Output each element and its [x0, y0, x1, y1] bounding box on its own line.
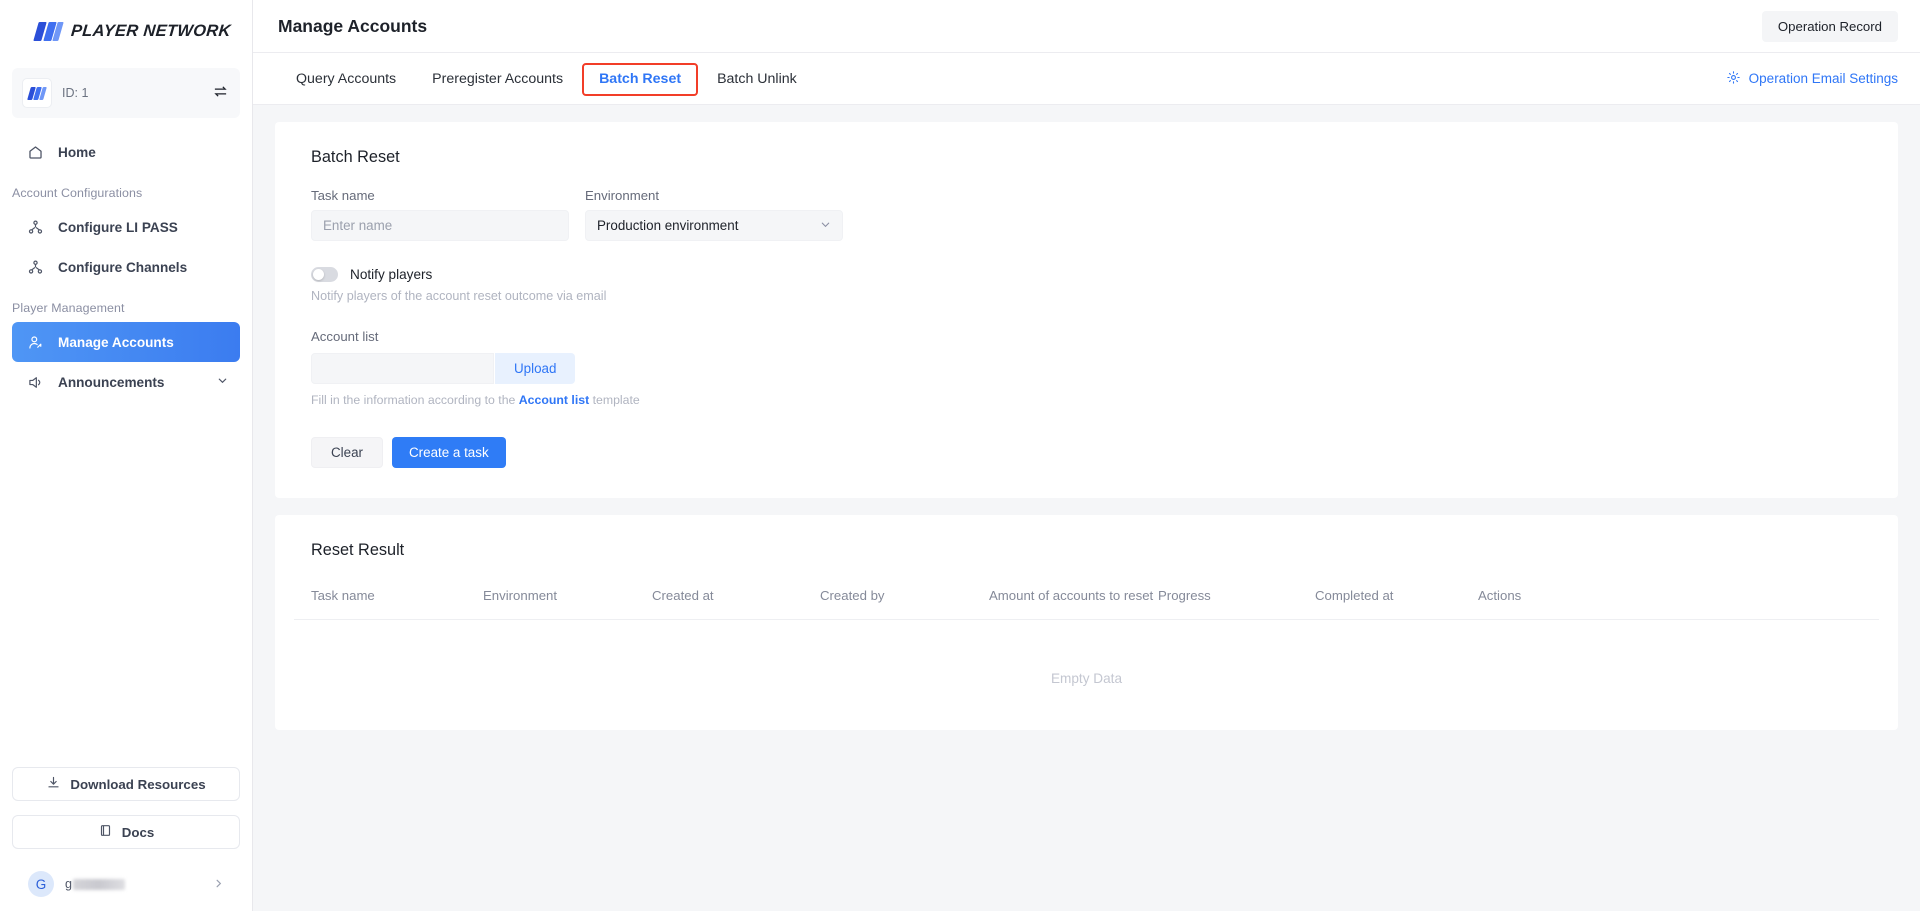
account-list-upload-row: Upload: [311, 353, 1862, 384]
user-name-visible: g: [65, 877, 73, 891]
account-list-block: Account list Upload Fill in the informat…: [311, 328, 1862, 407]
environment-label: Environment: [585, 188, 660, 203]
docs-button[interactable]: Docs: [12, 815, 240, 849]
sidebar-item-announcements[interactable]: Announcements: [12, 362, 240, 402]
table-header-row: Task name Environment Created at Created…: [294, 586, 1879, 620]
column-header-task-name: Task name: [311, 588, 375, 603]
batch-reset-card-title: Batch Reset: [311, 148, 400, 166]
node-tree-icon: [26, 258, 44, 276]
gear-icon: [1726, 70, 1741, 88]
tabbar: Query Accounts Preregister Accounts Batc…: [253, 53, 1920, 105]
player-network-logo-icon: [26, 86, 47, 100]
task-name-input[interactable]: [311, 210, 569, 241]
docs-label: Docs: [121, 824, 155, 840]
sidebar-item-configure-li-pass[interactable]: Configure LI PASS: [12, 207, 240, 247]
tab-query-accounts[interactable]: Query Accounts: [278, 53, 414, 105]
column-header-amount-of-accounts-to-reset: Amount of accounts to reset: [989, 588, 1154, 603]
app-root: PLAYER NETWORK ID: 1 Home Account Config…: [0, 0, 1920, 911]
sidebar: PLAYER NETWORK ID: 1 Home Account Config…: [0, 0, 253, 911]
swap-horizontal-icon[interactable]: [213, 84, 230, 103]
tab-batch-reset[interactable]: Batch Reset: [581, 53, 699, 105]
chevron-right-icon[interactable]: [213, 877, 234, 892]
megaphone-icon: [26, 373, 44, 391]
upload-button[interactable]: Upload: [495, 353, 576, 384]
download-resources-label: Download Resources: [70, 776, 206, 792]
sidebar-item-configure-channels[interactable]: Configure Channels: [12, 247, 240, 287]
account-list-hint-suffix: template: [589, 393, 640, 407]
avatar: G: [28, 871, 54, 897]
notify-players-hint: Notify players of the account reset outc…: [311, 289, 607, 303]
operation-email-settings-link[interactable]: Operation Email Settings: [1726, 70, 1898, 88]
column-header-progress: Progress: [1158, 588, 1211, 603]
field-environment: Environment Production environment: [585, 188, 843, 241]
account-list-template-link[interactable]: Account list: [519, 393, 589, 407]
create-task-button[interactable]: Create a task: [392, 437, 506, 468]
reset-result-table: Task name Environment Created at Created…: [275, 586, 1898, 686]
environment-selected-value: Production environment: [597, 218, 739, 233]
account-list-hint: Fill in the information according to the…: [311, 393, 1862, 407]
page-title: Manage Accounts: [278, 15, 428, 36]
brand-logo[interactable]: PLAYER NETWORK: [0, 0, 252, 62]
notify-players-row: Notify players: [311, 267, 1862, 282]
project-switcher-card[interactable]: ID: 1: [12, 68, 240, 118]
chevron-down-icon[interactable]: [217, 375, 228, 389]
column-header-environment: Environment: [483, 588, 558, 603]
field-task-name: Task name: [311, 188, 569, 241]
column-header-actions: Actions: [1478, 588, 1522, 603]
sidebar-item-label: Announcements: [58, 374, 165, 390]
content-scroll-area: Batch Reset Task name Environment Produc…: [253, 105, 1920, 911]
user-settings-icon: [26, 333, 44, 351]
table-empty-state: Empty Data: [1050, 671, 1122, 686]
home-icon: [26, 143, 44, 161]
tab-preregister-accounts[interactable]: Preregister Accounts: [414, 53, 581, 105]
account-list-hint-prefix: Fill in the information according to the: [311, 393, 519, 407]
tab-batch-unlink[interactable]: Batch Unlink: [699, 53, 815, 105]
account-list-label: Account list: [311, 329, 379, 344]
project-avatar: [22, 78, 52, 108]
batch-reset-card: Batch Reset Task name Environment Produc…: [275, 122, 1898, 498]
reset-result-card-title: Reset Result: [311, 541, 405, 559]
project-id: ID: 1: [62, 86, 89, 100]
notify-players-toggle[interactable]: [311, 267, 338, 282]
form-actions: Clear Create a task: [311, 437, 1862, 468]
chevron-down-icon: [820, 219, 831, 233]
task-name-label: Task name: [311, 188, 375, 203]
account-list-file-field[interactable]: [311, 353, 494, 384]
book-icon: [98, 823, 113, 841]
node-tree-icon: [26, 218, 44, 236]
user-name-redacted: [73, 878, 126, 890]
sidebar-item-manage-accounts[interactable]: Manage Accounts: [12, 322, 240, 362]
user-account-row[interactable]: G g: [12, 863, 240, 899]
sidebar-item-home[interactable]: Home: [12, 132, 240, 172]
sidebar-item-label: Home: [58, 144, 96, 160]
notify-players-label: Notify players: [350, 267, 433, 282]
project-meta: ID: 1: [62, 84, 203, 102]
download-icon: [46, 775, 61, 793]
column-header-completed-at: Completed at: [1315, 588, 1394, 603]
sidebar-bottom: Download Resources Docs G g: [0, 767, 252, 911]
reset-result-card: Reset Result Task name Environment Creat…: [275, 515, 1898, 730]
environment-select[interactable]: Production environment: [585, 210, 843, 241]
player-network-logo-icon: [33, 21, 64, 41]
sidebar-nav: Home Account Configurations Configure LI…: [0, 132, 252, 402]
batch-reset-form: Task name Environment Production environ…: [275, 188, 1898, 468]
main-area: Manage Accounts Operation Record Query A…: [253, 0, 1920, 911]
column-header-created-at: Created at: [652, 588, 714, 603]
column-header-created-by: Created by: [820, 588, 885, 603]
user-name: g: [65, 877, 202, 891]
topbar: Manage Accounts Operation Record: [253, 0, 1920, 53]
clear-button[interactable]: Clear: [311, 437, 383, 468]
brand-name: PLAYER NETWORK: [70, 21, 232, 40]
download-resources-button[interactable]: Download Resources: [12, 767, 240, 801]
sidebar-item-label: Manage Accounts: [58, 334, 174, 350]
sidebar-item-label: Configure Channels: [58, 259, 188, 275]
operation-email-settings-label: Operation Email Settings: [1748, 71, 1898, 86]
operation-record-button[interactable]: Operation Record: [1761, 10, 1898, 42]
sidebar-section-player-management: Player Management: [12, 301, 125, 315]
sidebar-item-label: Configure LI PASS: [58, 219, 178, 235]
sidebar-section-account-configurations: Account Configurations: [12, 186, 143, 200]
form-row-task-environment: Task name Environment Production environ…: [311, 188, 1862, 241]
